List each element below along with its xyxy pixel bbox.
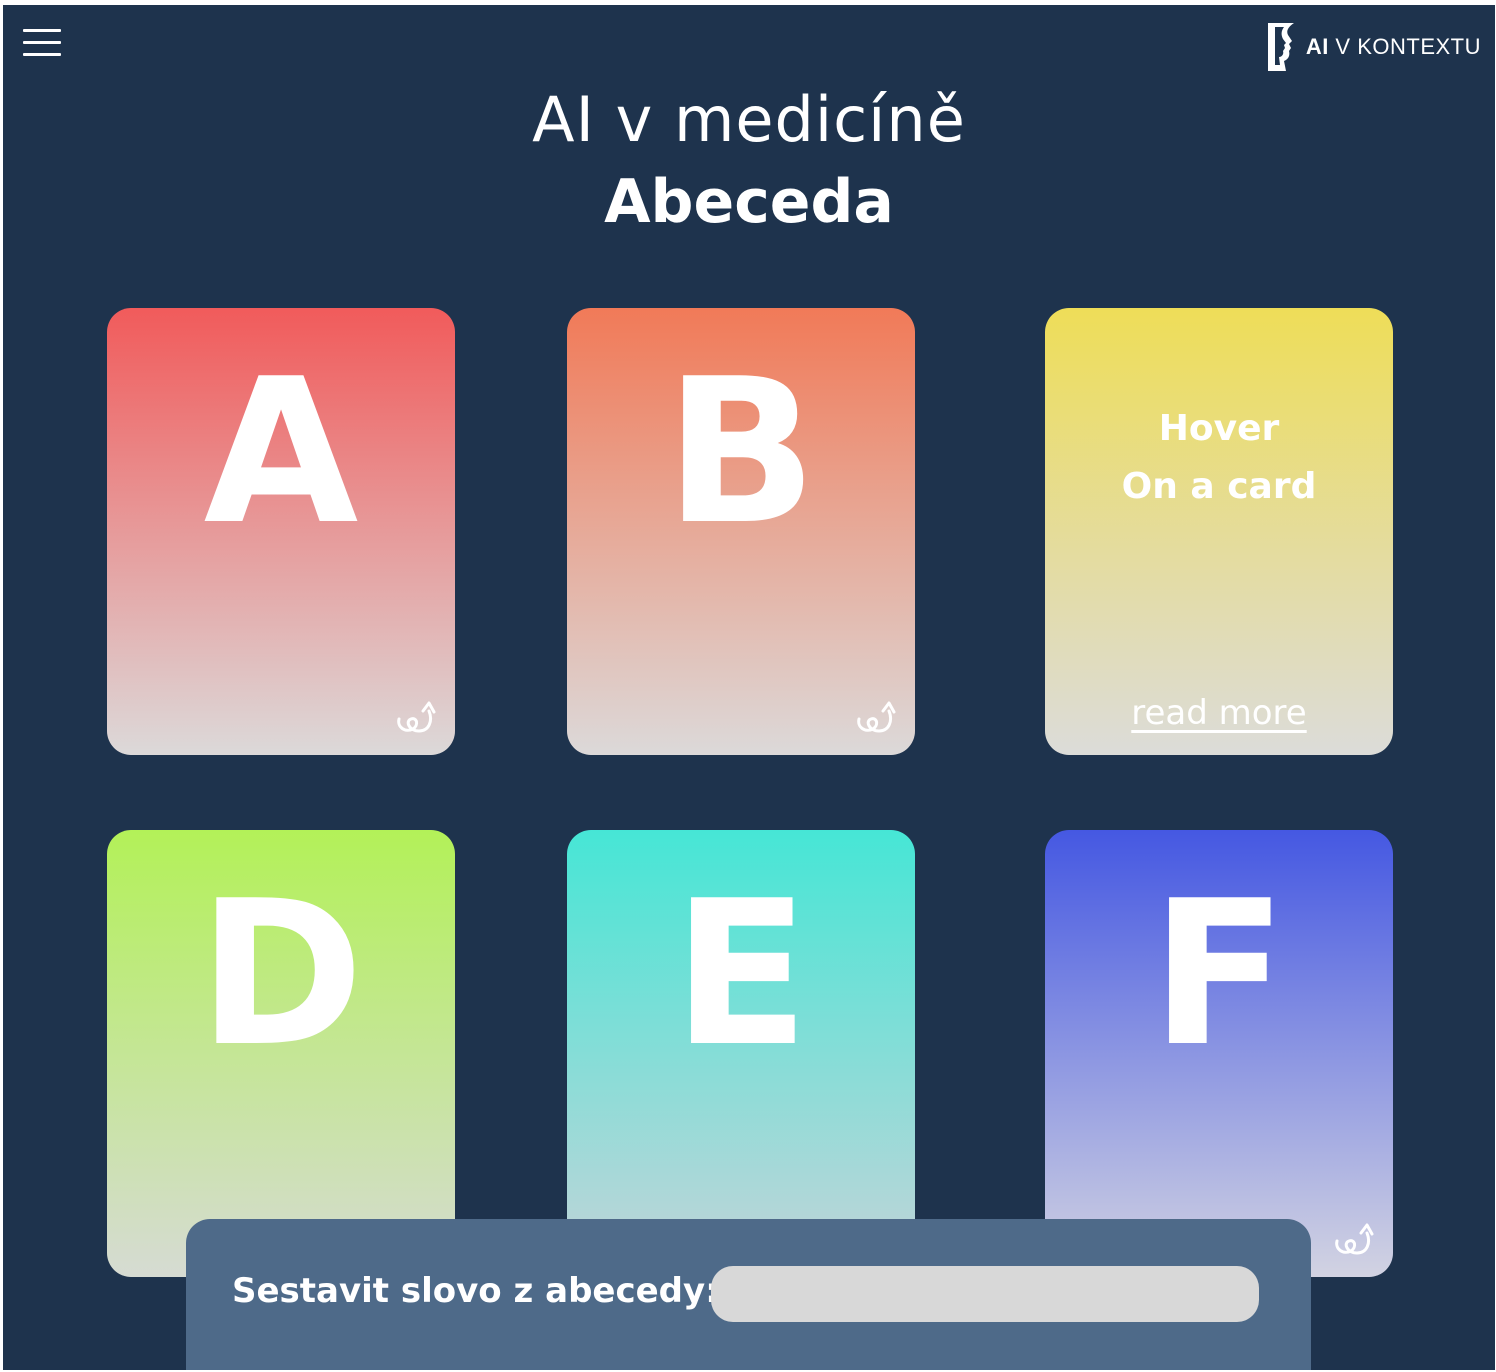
word-builder-panel: Sestavit slovo z abecedy: [186, 1219, 1311, 1370]
card-letter-a[interactable]: A [107, 308, 455, 755]
face-profile-icon [1267, 23, 1294, 71]
hover-hint-line-2: On a card [1121, 466, 1317, 507]
card-letter: A [203, 336, 359, 569]
page-subtitle: Abeceda [604, 167, 894, 237]
card-letter: E [672, 858, 810, 1091]
logo-text: AI V KONTEXTU [1305, 34, 1481, 59]
card-letter-c-back[interactable]: Hover On a card read more [1045, 308, 1393, 755]
hamburger-menu-icon[interactable] [23, 27, 63, 59]
card-letter: B [664, 336, 818, 569]
card-letter-d[interactable]: D [107, 830, 455, 1277]
card-letter: F [1150, 858, 1288, 1091]
flip-arrow-icon[interactable] [851, 689, 901, 739]
card-letter-e[interactable]: E [567, 830, 915, 1277]
brand-logo[interactable]: AI V KONTEXTU [1262, 19, 1481, 75]
hover-hint-line-1: Hover [1158, 408, 1280, 449]
card-letter-b[interactable]: B [567, 308, 915, 755]
word-builder-label: Sestavit slovo z abecedy: [232, 1271, 719, 1311]
page-title: AI v medicíně [532, 83, 966, 156]
card-letter-f[interactable]: F [1045, 830, 1393, 1277]
app-frame: AI V KONTEXTU AI v medicíně Abeceda A B … [3, 5, 1495, 1370]
word-builder-input[interactable] [711, 1266, 1259, 1322]
flip-arrow-icon[interactable] [391, 689, 441, 739]
flip-arrow-icon[interactable] [1329, 1211, 1379, 1261]
read-more-link[interactable]: read more [1045, 693, 1393, 733]
card-letter: D [197, 858, 364, 1091]
